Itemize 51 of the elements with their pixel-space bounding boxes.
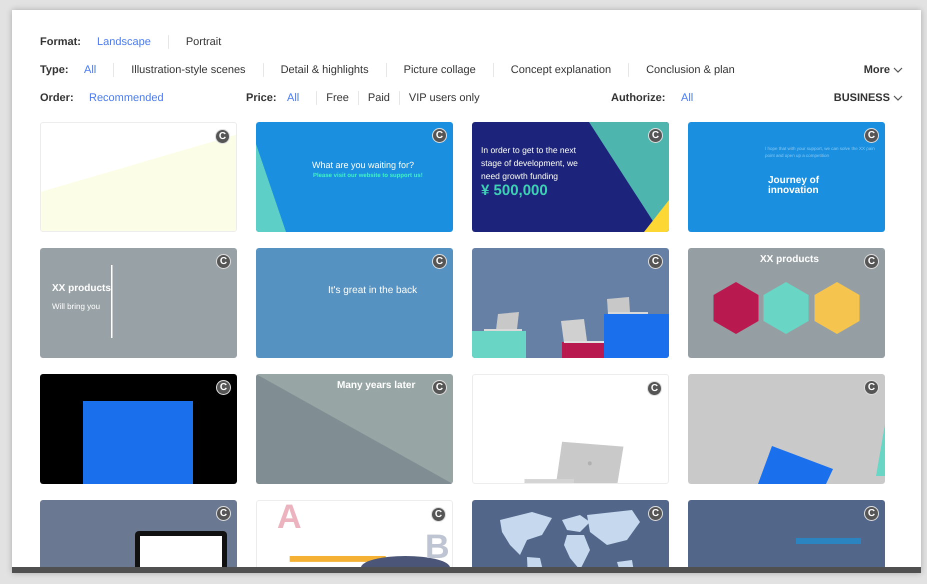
filter-option[interactable]: Portrait (168, 35, 238, 49)
filter-label: Authorize: (611, 92, 666, 104)
filter-option[interactable]: Landscape (97, 35, 168, 49)
slide-title: What are you waiting for? (312, 160, 414, 171)
filter-option[interactable]: Detail & highlights (262, 63, 386, 77)
template-card[interactable]: C (472, 374, 669, 484)
filter-option[interactable]: Conclusion & plan (628, 63, 752, 77)
filter-label: Format: (40, 36, 82, 48)
template-card[interactable]: It's great in the back C (256, 248, 453, 358)
filter-label: Price: (246, 92, 278, 104)
filter-option[interactable]: Recommended (89, 91, 181, 105)
chevron-down-icon (893, 94, 903, 102)
filter-option[interactable]: All (681, 91, 710, 105)
slide-title: It's great in the back (328, 285, 418, 297)
template-card[interactable]: XX products C (688, 248, 885, 358)
template-card[interactable]: C (40, 122, 237, 232)
template-card[interactable]: C (40, 374, 237, 484)
template-card[interactable]: C (472, 500, 669, 567)
slide-letter: B (425, 527, 450, 567)
template-card[interactable]: In order to get to the next stage of development, we need growth funding ¥ 500,000 C (472, 122, 669, 232)
slide-title: Journey of innovation (768, 176, 820, 196)
filter-label: Order: (40, 92, 75, 104)
filter-option[interactable]: Concept explanation (492, 63, 628, 77)
slide-subtitle: Will bring you (52, 302, 100, 312)
slide-title: XX products (760, 254, 819, 266)
template-card[interactable]: Many years later C (256, 374, 453, 484)
slide-title: XX products (52, 283, 111, 295)
template-card[interactable]: C (40, 500, 237, 567)
filter-option[interactable]: All (84, 63, 114, 77)
template-card[interactable]: C (472, 248, 669, 358)
filter-option[interactable]: Paid (358, 91, 399, 105)
copyright-badge: C (431, 507, 446, 522)
copyright-badge: C (647, 381, 662, 396)
slide-title: Many years later (337, 380, 416, 392)
filter-option[interactable]: Illustration-style scenes (113, 63, 263, 77)
slide-amount: ¥ 500,000 (481, 182, 548, 200)
template-card[interactable]: XX products Will bring you C (40, 248, 237, 358)
license-dropdown[interactable]: BUSINESS (834, 92, 903, 104)
chevron-down-icon (893, 66, 903, 74)
filter-option[interactable]: All (287, 91, 316, 105)
filter-option[interactable]: VIP users only (398, 91, 489, 105)
slide-text: In order to get to the next stage of development, we need growth funding (481, 144, 579, 183)
template-card[interactable]: C (688, 500, 885, 567)
copyright-badge: C (215, 129, 230, 144)
more-dropdown[interactable]: More (864, 64, 903, 76)
template-card[interactable]: A C B (256, 500, 453, 567)
slide-letter: A (277, 501, 302, 538)
filter-option[interactable]: Free (316, 91, 358, 105)
template-card[interactable]: C (688, 374, 885, 484)
filter-option[interactable]: Picture collage (386, 63, 493, 77)
filter-label: Type: (40, 64, 70, 76)
